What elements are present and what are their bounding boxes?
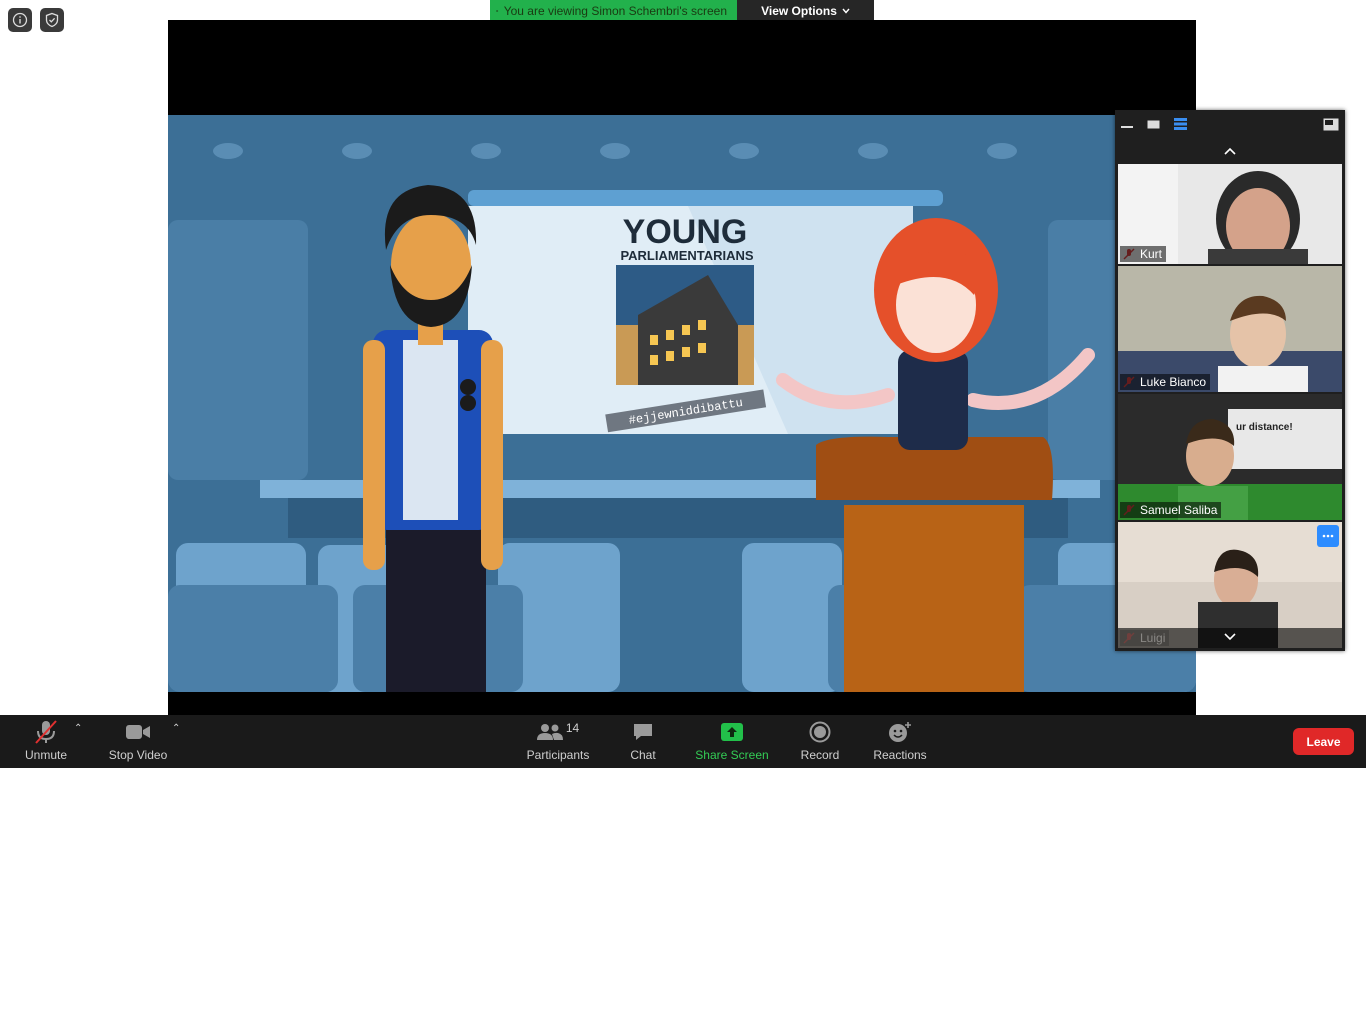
shield-icon <box>45 12 59 28</box>
screen-share-banner: You are viewing Simon Schembri's screen … <box>490 0 874 21</box>
info-icon <box>12 12 28 28</box>
leave-button[interactable]: Leave <box>1293 728 1354 755</box>
share-screen-icon <box>721 723 743 741</box>
participants-label: Participants <box>526 748 590 762</box>
reactions-button[interactable]: Reactions <box>868 715 932 768</box>
poster-title: YOUNG <box>623 213 748 251</box>
participant-name: Kurt <box>1120 246 1167 262</box>
stop-video-button[interactable]: Stop Video <box>104 715 172 768</box>
smiley-add-icon <box>889 722 911 742</box>
share-screen-label: Share Screen <box>695 748 769 762</box>
speaker-view-icon[interactable] <box>1147 119 1160 129</box>
more-options-button[interactable] <box>1317 525 1339 547</box>
scroll-down-button[interactable] <box>1118 628 1342 646</box>
record-label: Record <box>800 748 840 762</box>
participant-tile[interactable]: Kurt <box>1118 164 1342 264</box>
gallery-header <box>1115 110 1345 138</box>
meeting-info-button[interactable] <box>8 8 32 32</box>
meeting-toolbar: Unmute ⌃ Stop Video ⌃ 14 Participants Ch <box>0 715 1366 768</box>
chat-label: Chat <box>630 748 656 762</box>
viewing-text: You are viewing Simon Schembri's screen <box>503 3 727 18</box>
gallery-view-icon[interactable] <box>1174 118 1187 130</box>
unmute-label: Unmute <box>24 748 68 762</box>
poster-sign-text: ur distance! <box>1236 422 1293 433</box>
exit-panel-icon[interactable] <box>1323 118 1339 131</box>
poster-subtitle: PARLIAMENTARIANS <box>620 248 753 263</box>
more-icon <box>1322 534 1334 538</box>
leave-label: Leave <box>1306 734 1341 749</box>
chat-button[interactable]: Chat <box>620 715 666 768</box>
viewing-indicator: You are viewing Simon Schembri's screen <box>490 0 737 21</box>
record-button[interactable]: Record <box>796 715 844 768</box>
speaker-icon <box>496 9 499 12</box>
minimize-icon[interactable] <box>1121 119 1133 129</box>
participant-tile[interactable]: Luke Bianco <box>1118 266 1342 392</box>
chevron-down-icon <box>842 8 850 14</box>
video-camera-icon <box>126 725 150 739</box>
participant-name: Samuel Saliba <box>1120 502 1222 518</box>
video-options-caret[interactable]: ⌃ <box>172 723 180 734</box>
participant-tile[interactable]: Luigi <box>1118 522 1342 648</box>
view-options-button[interactable]: View Options <box>737 0 874 21</box>
participants-count: 14 <box>565 721 580 735</box>
record-icon <box>809 721 831 743</box>
participant-name: Luke Bianco <box>1120 374 1211 390</box>
security-button[interactable] <box>40 8 64 32</box>
share-screen-button[interactable]: Share Screen <box>692 715 772 768</box>
participant-tile[interactable]: ur distance! Samuel Saliba <box>1118 394 1342 520</box>
participants-video-panel: Kurt Luke Bianco ur distance! Samuel Sal… <box>1115 110 1345 651</box>
participants-icon <box>536 724 563 740</box>
participants-button[interactable]: 14 Participants <box>522 715 594 768</box>
chevron-down-icon <box>1224 633 1236 641</box>
unmute-button[interactable]: Unmute <box>14 715 78 768</box>
reactions-label: Reactions <box>873 748 927 762</box>
stop-video-label: Stop Video <box>108 748 168 762</box>
chevron-up-icon <box>1224 147 1236 155</box>
muted-mic-icon <box>35 720 57 744</box>
shared-video-frame: YOUNG PARLIAMENTARIANS #ejjewniddibattu <box>168 115 1196 692</box>
shared-screen: YOUNG PARLIAMENTARIANS #ejjewniddibattu <box>168 20 1196 715</box>
audio-options-caret[interactable]: ⌃ <box>74 723 82 734</box>
scroll-up-button[interactable] <box>1115 138 1345 164</box>
view-options-label: View Options <box>761 3 837 18</box>
chat-icon <box>634 724 652 740</box>
